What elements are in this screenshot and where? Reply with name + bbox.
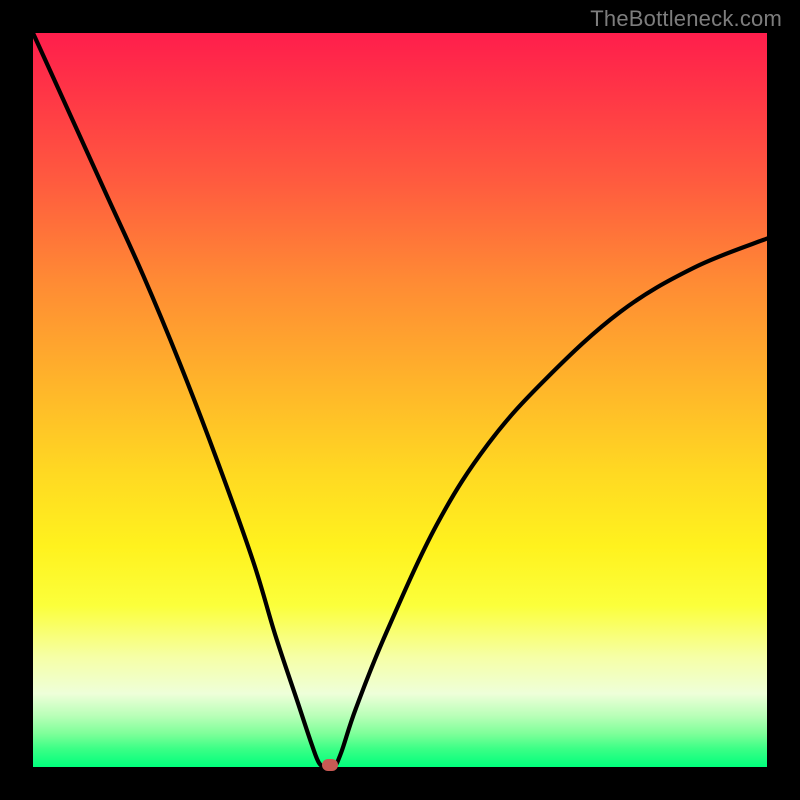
bottleneck-curve [33,33,767,767]
chart-frame: TheBottleneck.com [0,0,800,800]
watermark-text: TheBottleneck.com [590,6,782,32]
plot-area [33,33,767,767]
optimal-point-marker [322,759,338,771]
